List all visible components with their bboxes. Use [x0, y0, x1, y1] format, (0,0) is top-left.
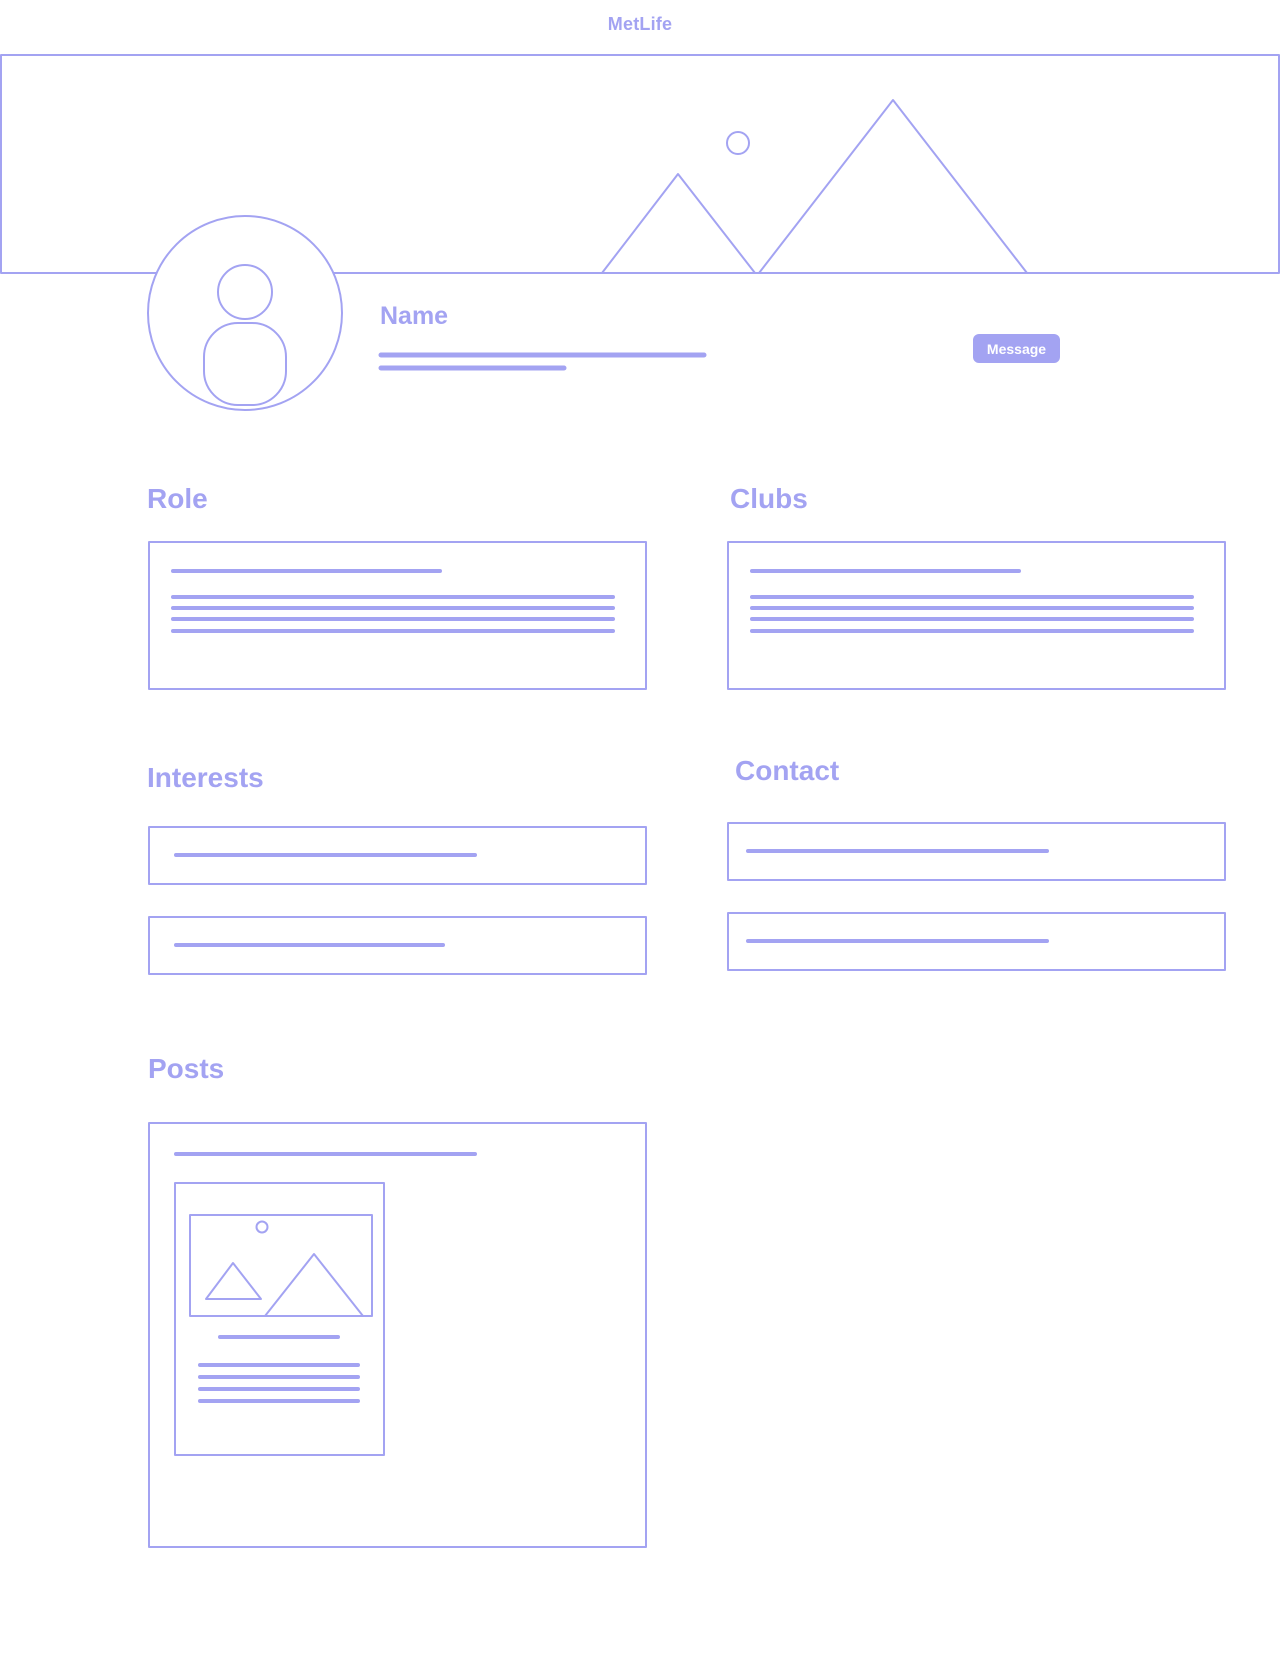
wireframe-canvas	[0, 54, 1280, 1548]
role-heading: Role	[147, 483, 208, 514]
contact-item-1[interactable]	[727, 822, 1226, 881]
message-button[interactable]: Message	[973, 334, 1060, 363]
interests-item-1[interactable]	[148, 826, 647, 885]
profile-avatar-icon[interactable]	[147, 215, 343, 411]
post-image-icon	[189, 1214, 373, 1317]
contact-heading: Contact	[735, 755, 840, 786]
clubs-heading: Clubs	[730, 483, 808, 514]
profile-bio-lines	[378, 352, 707, 371]
role-card	[148, 541, 647, 690]
profile-name: Name	[380, 302, 449, 330]
clubs-card	[727, 541, 1226, 690]
contact-item-2[interactable]	[727, 912, 1226, 971]
interests-item-2[interactable]	[148, 916, 647, 975]
post-item[interactable]	[174, 1182, 385, 1456]
interests-heading: Interests	[147, 762, 264, 793]
posts-heading: Posts	[148, 1053, 225, 1084]
